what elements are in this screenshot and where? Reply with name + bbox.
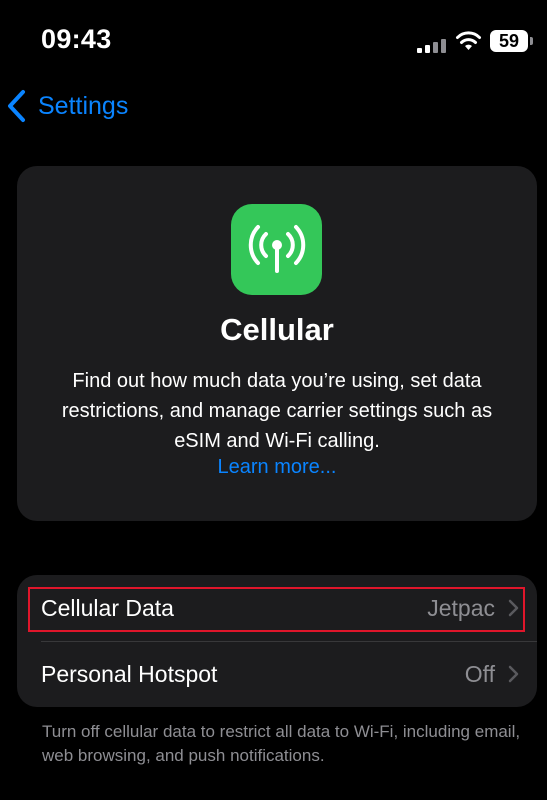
battery-tip: [530, 37, 533, 45]
cellular-app-icon: [231, 204, 322, 295]
personal-hotspot-value: Off: [464, 660, 495, 687]
hero-description: Find out how much data you’re using, set…: [61, 370, 493, 452]
back-label: Settings: [38, 91, 129, 120]
antenna-icon: [248, 224, 305, 273]
battery-icon: 59: [490, 30, 534, 52]
learn-more-link[interactable]: Learn more...: [17, 456, 537, 479]
footer-note: Turn off cellular data to restrict all d…: [42, 722, 521, 765]
back-button[interactable]: Settings: [6, 86, 128, 126]
wifi-icon: [456, 31, 481, 50]
battery-level: 59: [490, 30, 528, 52]
chevron-left-icon: [8, 90, 25, 122]
cellular-info-card: Cellular Find out how much data you’re u…: [17, 166, 537, 521]
status-time: 09:43: [41, 24, 112, 54]
personal-hotspot-label: Personal Hotspot: [41, 660, 218, 687]
page-title: Cellular: [220, 312, 334, 347]
signal-icon: [417, 39, 446, 53]
status-bar: 09:43 59: [0, 0, 547, 80]
personal-hotspot-row[interactable]: Personal Hotspot Off: [17, 641, 537, 707]
chevron-right-icon: [508, 665, 519, 683]
highlight-box: [28, 587, 525, 632]
